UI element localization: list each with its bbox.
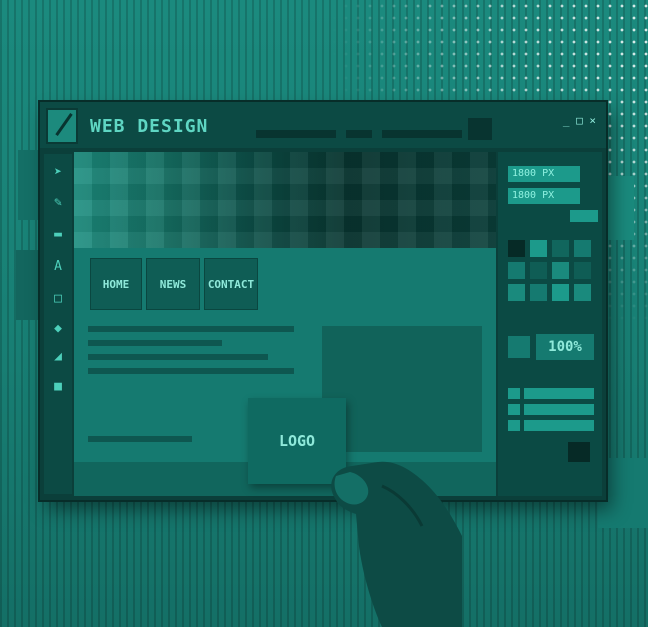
rectangle-icon[interactable]: ▬	[47, 224, 69, 246]
fill-icon[interactable]: ◆	[47, 318, 69, 340]
zoom-preview	[508, 336, 530, 358]
user-square[interactable]	[468, 118, 492, 140]
color-swatch[interactable]	[508, 240, 525, 257]
eraser-icon[interactable]: ◢	[47, 346, 69, 368]
brush-icon[interactable]: ✎	[47, 192, 69, 214]
text-line	[88, 436, 192, 442]
color-icon[interactable]: ■	[47, 376, 69, 398]
properties-panel: 1800 PX 1800 PX 100%	[498, 152, 602, 496]
menu-bar-placeholder[interactable]	[256, 130, 336, 138]
window-controls[interactable]: _ □ ×	[563, 114, 596, 127]
height-size-field[interactable]: 1800 PX	[508, 188, 580, 204]
text-icon[interactable]: A	[47, 256, 69, 278]
image-placeholder	[322, 326, 482, 452]
tool-sidebar: ➤ ✎ ▬ A □ ◆ ◢ ■	[44, 154, 72, 494]
color-swatch[interactable]	[530, 284, 547, 301]
layer-row[interactable]	[508, 388, 520, 399]
color-swatch[interactable]	[574, 262, 591, 279]
text-line	[88, 368, 294, 374]
layer-row[interactable]	[508, 404, 520, 415]
nav-home[interactable]: HOME	[90, 258, 142, 310]
layer-thumb	[568, 442, 590, 462]
color-swatch[interactable]	[574, 240, 591, 257]
color-swatch[interactable]	[530, 240, 547, 257]
layer-row[interactable]	[524, 388, 594, 399]
hand	[331, 461, 462, 627]
layer-row[interactable]	[508, 420, 520, 431]
title-bar: WEB DESIGN _ □ ×	[40, 102, 606, 148]
nav-news[interactable]: NEWS	[146, 258, 200, 310]
color-swatch[interactable]	[508, 262, 525, 279]
right-side-card	[606, 176, 634, 240]
color-swatch[interactable]	[508, 284, 525, 301]
app-logo-icon	[46, 108, 78, 144]
color-swatch[interactable]	[552, 284, 569, 301]
layer-row[interactable]	[524, 420, 594, 431]
zoom-level[interactable]: 100%	[536, 334, 594, 360]
text-line	[88, 326, 294, 332]
menu-bar-placeholder[interactable]	[382, 130, 462, 138]
width-size-field[interactable]: 1800 PX	[508, 166, 580, 182]
menu-bar-placeholder[interactable]	[346, 130, 372, 138]
color-swatch[interactable]	[574, 284, 591, 301]
app-title: WEB DESIGN	[90, 116, 209, 137]
text-line	[88, 340, 222, 346]
color-swatch[interactable]	[530, 262, 547, 279]
hero-pixel-overlay-2	[74, 152, 496, 248]
color-swatch[interactable]	[552, 240, 569, 257]
pointer-icon[interactable]: ➤	[47, 162, 69, 184]
nav-contact[interactable]: CONTACT	[204, 258, 258, 310]
layer-row[interactable]	[524, 404, 594, 415]
frame-icon[interactable]: □	[47, 288, 69, 310]
left-side-card-2	[16, 250, 42, 320]
text-line	[88, 354, 268, 360]
color-swatch[interactable]	[552, 262, 569, 279]
panel-slider[interactable]	[570, 210, 598, 222]
